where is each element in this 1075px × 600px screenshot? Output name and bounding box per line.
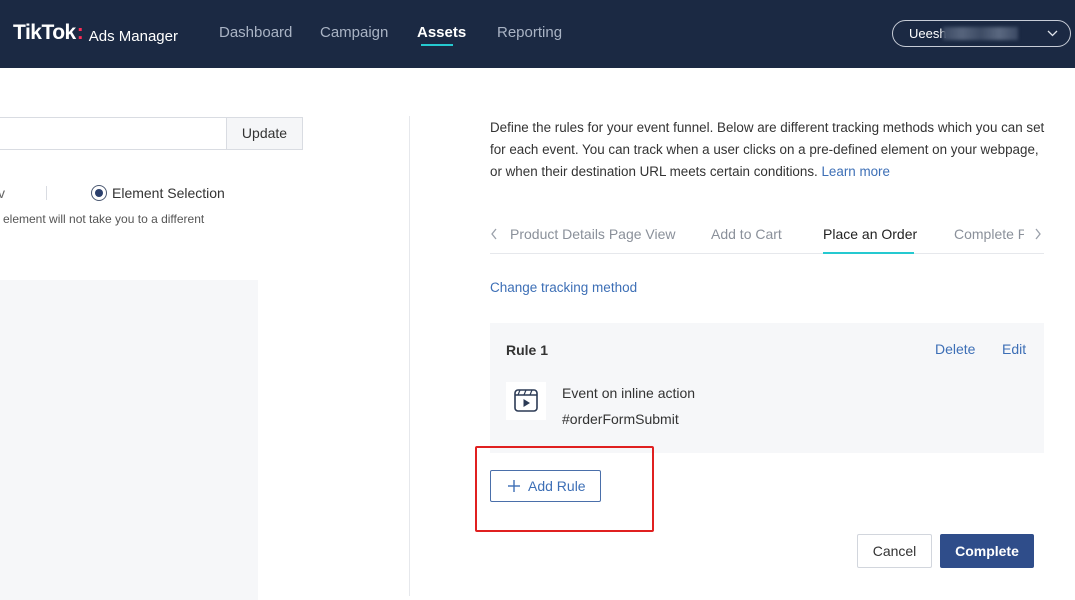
tab-complete-payment-clip: Complete Payment bbox=[954, 222, 1024, 252]
nav-active-indicator bbox=[421, 44, 453, 46]
tab-product-details-page-view[interactable]: Product Details Page View bbox=[510, 226, 676, 242]
logo-sub-text: Ads Manager bbox=[88, 28, 178, 45]
nav-dashboard[interactable]: Dashboard bbox=[219, 24, 292, 41]
nav-assets[interactable]: Assets bbox=[417, 24, 466, 41]
rules-description: Define the rules for your event funnel. … bbox=[490, 117, 1050, 183]
chevron-left-icon[interactable] bbox=[490, 227, 498, 244]
tab-complete-payment[interactable]: Complete Payment bbox=[954, 226, 1024, 242]
nav-campaign[interactable]: Campaign bbox=[320, 24, 388, 41]
chevron-down-icon bbox=[1047, 22, 1058, 56]
rule-card: Rule 1 Delete Edit Event on inline actio… bbox=[490, 323, 1044, 453]
webpage-preview-area[interactable] bbox=[0, 280, 258, 600]
method-help-text: element will not take you to a different bbox=[3, 212, 205, 226]
change-tracking-method-link[interactable]: Change tracking method bbox=[490, 280, 637, 295]
annotation-highlight-box bbox=[475, 446, 654, 532]
account-dropdown[interactable]: Ueesh bbox=[892, 20, 1071, 47]
tab-active-indicator bbox=[823, 252, 914, 254]
nav-reporting[interactable]: Reporting bbox=[497, 24, 562, 41]
cancel-button[interactable]: Cancel bbox=[857, 534, 932, 568]
rule-selector: #orderFormSubmit bbox=[562, 411, 679, 427]
video-play-icon bbox=[506, 382, 546, 420]
rule-title: Rule 1 bbox=[506, 342, 549, 358]
tracking-option-fragment[interactable]: v bbox=[0, 185, 5, 201]
chevron-right-icon[interactable] bbox=[1034, 227, 1042, 244]
tab-add-to-cart[interactable]: Add to Cart bbox=[711, 226, 782, 242]
delete-rule-button[interactable]: Delete bbox=[935, 341, 975, 357]
url-input[interactable] bbox=[0, 117, 226, 150]
update-button[interactable]: Update bbox=[226, 117, 303, 150]
event-tabs: Product Details Page View Add to Cart Pl… bbox=[490, 222, 1044, 254]
account-name-redacted bbox=[943, 27, 1018, 40]
account-name: Ueesh bbox=[909, 26, 947, 41]
tab-place-an-order[interactable]: Place an Order bbox=[823, 226, 917, 242]
description-text: Define the rules for your event funnel. … bbox=[490, 120, 1045, 179]
complete-button[interactable]: Complete bbox=[940, 534, 1034, 568]
element-selection-label[interactable]: Element Selection bbox=[112, 185, 225, 201]
option-separator bbox=[46, 186, 47, 200]
logo-dot: : bbox=[76, 21, 84, 44]
logo-main-text: TikTok bbox=[13, 21, 76, 44]
top-nav-bar: TikTok: Ads Manager Dashboard Campaign As… bbox=[0, 0, 1075, 68]
rule-event-type: Event on inline action bbox=[562, 385, 696, 401]
edit-rule-button[interactable]: Edit bbox=[1002, 341, 1026, 357]
learn-more-link[interactable]: Learn more bbox=[821, 164, 889, 179]
panel-divider bbox=[409, 116, 410, 596]
tiktok-ads-manager-logo[interactable]: TikTok: Ads Manager bbox=[13, 21, 178, 47]
element-selection-radio[interactable] bbox=[91, 185, 107, 201]
